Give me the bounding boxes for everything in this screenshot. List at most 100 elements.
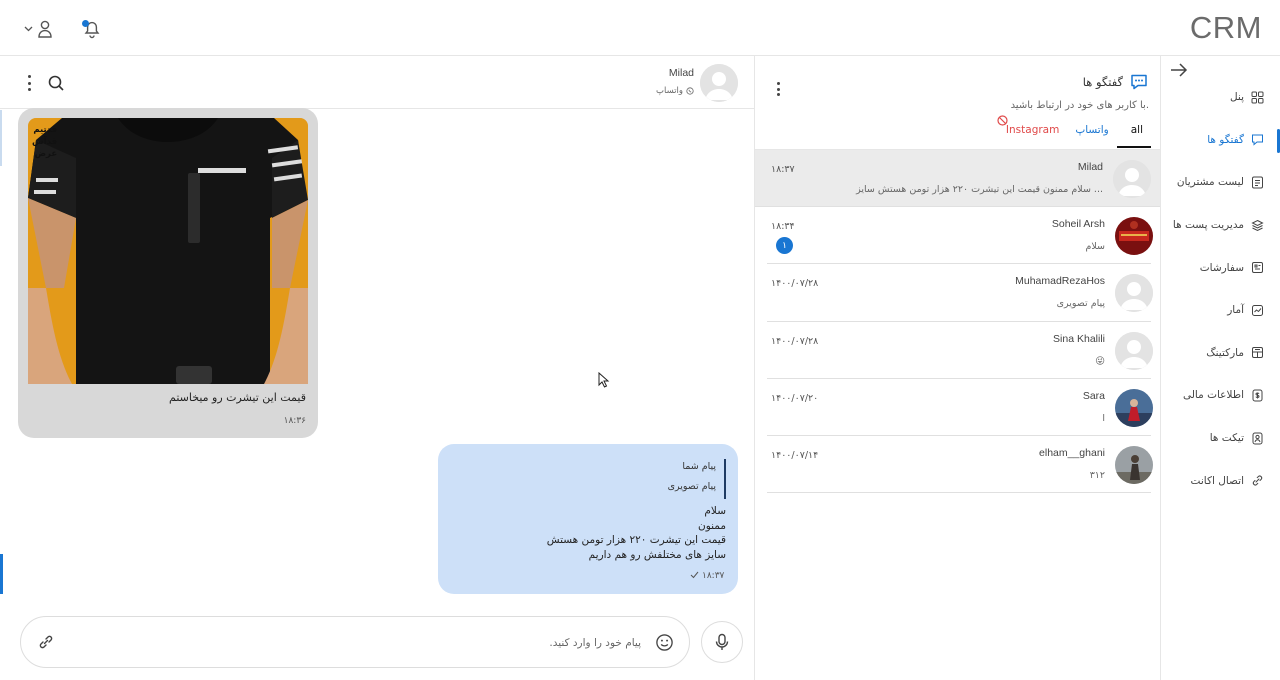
blocked-icon xyxy=(997,115,1008,126)
message-composer xyxy=(20,616,690,668)
conversation-time: ۱۴۰۰/۰۷/۲۰ xyxy=(771,392,819,404)
conversation-item[interactable]: Milad سلام ممنون قیمت این تیشرت ۲۲۰ هزار… xyxy=(755,150,1161,208)
conversation-time: ۱۸:۳۴ xyxy=(771,221,795,233)
default-avatar-icon xyxy=(1115,331,1153,370)
conversations-more-button[interactable] xyxy=(773,80,783,98)
ticket-icon xyxy=(1252,432,1263,445)
search-icon[interactable] xyxy=(47,74,65,92)
app-logo: CRM xyxy=(1189,10,1262,45)
notifications-button[interactable] xyxy=(81,18,103,40)
contact-avatar[interactable] xyxy=(700,64,738,102)
conversation-name: Sara xyxy=(1082,389,1105,402)
marketing-icon xyxy=(1252,347,1263,359)
tab-instagram[interactable]: Instagram xyxy=(997,115,1067,148)
default-avatar-icon xyxy=(1113,160,1151,198)
tab-instagram-label: Instagram xyxy=(1005,124,1060,136)
conversation-item[interactable]: MuhamadRezaHos پیام تصویری ۱۴۰۰/۰۷/۲۸ xyxy=(767,264,1153,322)
image-text-line: قدآس xyxy=(32,137,58,147)
sidebar-item-label: اطلاعات مالی xyxy=(1182,389,1244,402)
sidebar-item-finance[interactable]: اطلاعات مالی xyxy=(1160,374,1280,417)
image-text-line: قدتیم xyxy=(33,125,58,135)
message-time: ۱۸:۳۷ xyxy=(690,571,724,581)
sidebar-item-tickets[interactable]: تیکت ها xyxy=(1160,417,1280,460)
user-icon xyxy=(38,20,52,38)
sidebar-item-label: تیکت ها xyxy=(1209,432,1244,445)
image-text-line: عرض xyxy=(34,149,58,159)
sidebar-nav: پنل گفتگو ها لیست مشتریان مدیریت پست ها … xyxy=(1160,76,1280,502)
sidebar-item-posts[interactable]: مدیریت پست ها xyxy=(1160,204,1280,247)
conversations-subtitle: با کاربر های خود در ارتباط باشید. xyxy=(1010,100,1149,111)
sidebar-item-label: لیست مشتریان xyxy=(1176,176,1244,189)
sidebar-item-customers[interactable]: لیست مشتریان xyxy=(1160,161,1280,204)
grid-icon xyxy=(1251,91,1264,104)
conversations-header: گفتگو ها با کاربر های خود در ارتباط باشی… xyxy=(755,56,1161,150)
incoming-message: قدتیم قدآس عرض قیمت این تیشرت رو میخاستم… xyxy=(18,108,318,438)
chat-more-button[interactable] xyxy=(24,74,34,92)
conversation-time: ۱۴۰۰/۰۷/۲۸ xyxy=(771,335,819,347)
avatar xyxy=(1115,217,1153,256)
message-input[interactable] xyxy=(81,629,641,657)
conversation-snippet: سلام ممنون قیمت این تیشرت ۲۲۰ هزار تومن … xyxy=(856,184,1103,195)
money-icon xyxy=(1252,389,1263,402)
layers-icon xyxy=(1251,219,1264,231)
message-line: قیمت این تیشرت ۲۲۰ هزار تومن هستش xyxy=(546,534,726,546)
conversation-item[interactable]: Sara ا ۱۴۰۰/۰۷/۲۰ xyxy=(767,379,1153,436)
tab-whatsapp[interactable]: واتساپ xyxy=(1067,118,1116,148)
conversation-item[interactable]: Soheil Arsh سلام ۱۸:۳۴ ۱ xyxy=(767,207,1153,265)
message-image[interactable]: قدتیم قدآس عرض xyxy=(28,118,308,384)
mouse-cursor-icon xyxy=(598,372,610,388)
check-icon xyxy=(690,571,699,579)
message-body: سلام ممنون قیمت این تیشرت ۲۲۰ هزار تومن … xyxy=(547,504,726,562)
outgoing-message: پیام شما پیام تصویری سلام ممنون قیمت این… xyxy=(438,444,738,594)
sidebar-item-marketing[interactable]: مارکتینگ xyxy=(1160,332,1280,375)
sidebar-item-connect-account[interactable]: اتصال اکانت xyxy=(1160,459,1280,502)
sidebar: پنل گفتگو ها لیست مشتریان مدیریت پست ها … xyxy=(1160,56,1280,680)
chat-panel: Milad واتساپ قدتیم قدآس عرض قیمت این تیش… xyxy=(0,56,754,680)
chat-icon xyxy=(1131,74,1147,90)
conversation-snippet: پیام تصویری xyxy=(1056,298,1105,310)
avatar xyxy=(1113,160,1151,198)
tab-all[interactable]: all xyxy=(1116,118,1151,148)
whatsapp-icon xyxy=(686,87,694,95)
photo-avatar xyxy=(1115,388,1153,427)
quoted-reply[interactable]: پیام شما پیام تصویری xyxy=(668,459,726,499)
tshirt-photo xyxy=(28,118,308,384)
conversation-list: Milad سلام ممنون قیمت این تیشرت ۲۲۰ هزار… xyxy=(755,150,1161,494)
sidebar-item-stats[interactable]: آمار xyxy=(1160,289,1280,332)
sidebar-item-orders[interactable]: سفارشات xyxy=(1160,246,1280,289)
sidebar-item-label: مارکتینگ xyxy=(1206,346,1244,359)
message-time: ۱۸:۳۶ xyxy=(283,416,306,426)
sidebar-item-label: گفتگو ها xyxy=(1207,133,1244,146)
sidebar-item-conversations[interactable]: گفتگو ها xyxy=(1160,119,1280,162)
contact-name: Milad xyxy=(668,67,694,79)
scrollbar-thumb[interactable] xyxy=(0,554,3,594)
avatar xyxy=(1115,274,1153,313)
image-overlay-text: قدتیم قدآس عرض xyxy=(32,124,57,160)
sidebar-item-panel[interactable]: پنل xyxy=(1160,76,1280,119)
reply-author: پیام شما xyxy=(682,461,716,472)
conversation-name: elham__ghani xyxy=(1039,446,1105,459)
chevron-down-icon xyxy=(24,26,33,32)
photo-avatar xyxy=(1115,445,1153,484)
photo-avatar xyxy=(1115,217,1153,256)
avatar xyxy=(1115,331,1153,370)
emoji-icon[interactable] xyxy=(655,633,674,652)
conversations-title: گفتگو ها xyxy=(1083,72,1149,92)
contact-channel: واتساپ xyxy=(656,86,694,96)
attach-link-icon[interactable] xyxy=(38,634,54,650)
conversation-item[interactable]: elham__ghani ۳۱۲ ۱۴۰۰/۰۷/۱۴ xyxy=(767,436,1153,494)
conversation-item[interactable]: Sina Khalili 😜 ۱۴۰۰/۰۷/۲۸ xyxy=(767,322,1153,379)
stats-icon xyxy=(1252,304,1263,316)
conversation-snippet: 😜 xyxy=(1095,355,1105,367)
chat-icon xyxy=(1252,134,1263,146)
sidebar-item-label: مدیریت پست ها xyxy=(1172,219,1244,232)
voice-record-button[interactable] xyxy=(701,621,743,663)
reply-text: پیام تصویری xyxy=(667,481,716,492)
scrollbar-track xyxy=(0,110,2,166)
message-line: ممنون xyxy=(698,519,726,532)
conversation-time: ۱۸:۳۷ xyxy=(771,164,795,175)
user-menu-button[interactable] xyxy=(24,20,53,38)
orders-icon xyxy=(1252,262,1263,274)
microphone-icon xyxy=(715,633,729,650)
conversations-panel: گفتگو ها با کاربر های خود در ارتباط باشی… xyxy=(754,56,1161,680)
